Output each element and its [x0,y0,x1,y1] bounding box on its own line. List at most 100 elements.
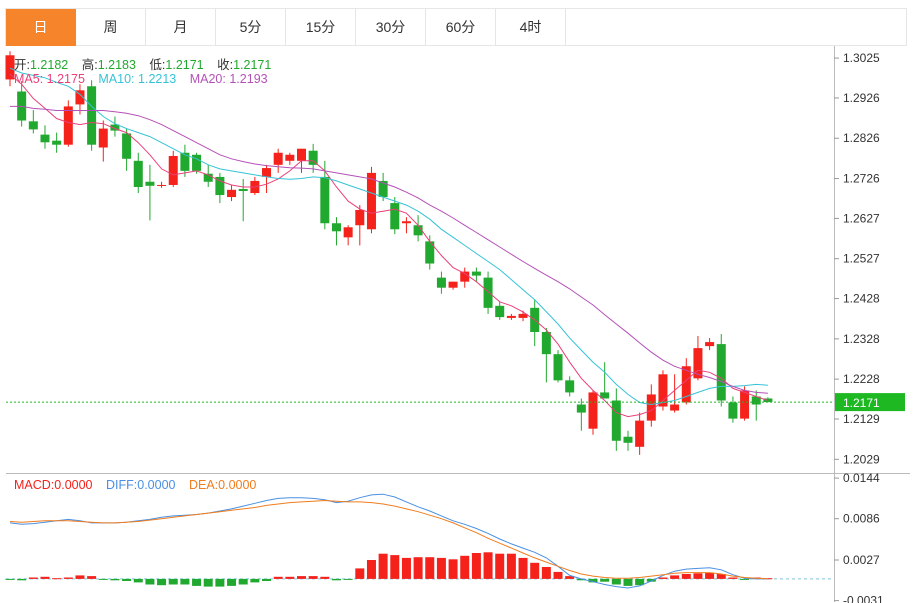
macd-bar [250,578,260,583]
macd-bar [98,578,108,580]
period-tabs: 日 周 月 5分 15分 30分 60分 4时 [5,8,907,46]
macd-bar [670,575,680,579]
macd-bar [600,578,610,582]
tab-5min[interactable]: 5分 [216,9,286,46]
macd-label: MACD: [14,478,55,492]
candle-body [28,121,38,130]
macd-bar [705,572,715,579]
tab-60min[interactable]: 60分 [426,9,496,46]
macd-bar [273,576,283,579]
macd-bar [436,557,446,579]
y-tick-label: 1.2029 [843,452,880,466]
candle-body [98,128,108,148]
candle-body [576,404,586,413]
ma-readout: MA5: 1.2175 MA10: 1.2213 MA20: 1.2193 [14,72,278,86]
candle-body [297,148,306,161]
diff-label: DIFF: [106,478,138,492]
candle-body [588,392,598,429]
candle-body [541,332,551,355]
macd-panel [5,493,834,589]
candle-body [495,305,505,318]
last-price-tag: 1.2171 [6,393,905,412]
dea-value: 0.0000 [218,478,257,492]
macd-readout: MACD:0.0000 DIFF:0.0000 DEA:0.0000 [14,478,266,492]
macd-bar [611,578,621,585]
ma10-label: MA10: [98,72,135,86]
tab-4hour[interactable]: 4时 [496,9,566,46]
macd-bar [110,578,120,581]
candle-body [483,277,493,308]
candle-body [168,155,178,185]
y-tick-label: 1.2428 [843,292,880,306]
macd-bar [425,557,435,579]
diff-line [9,493,768,589]
ma5-label: MA5: [14,72,44,86]
candle-body [285,154,295,161]
macd-bar [52,578,62,580]
low-value: 1.2171 [165,58,204,72]
macd-bar [192,578,202,586]
candle-body [238,189,248,192]
candle-body [448,281,458,288]
macd-bar [17,578,27,581]
macd-bar [168,578,178,585]
candle-body [670,404,680,411]
candle-body [401,221,411,224]
macd-bar [227,578,237,586]
macd-bar [366,560,376,579]
macd-bar [157,578,167,586]
candle-body [390,203,400,230]
macd-bar [623,578,633,586]
tab-month[interactable]: 月 [146,9,216,46]
macd-bar [215,578,225,587]
diff-value: 0.0000 [137,478,176,492]
macd-bar [238,578,248,585]
chart-frame [6,46,910,602]
candle-body [611,400,621,441]
y-tick-label: 1.2129 [843,412,880,426]
tab-day[interactable]: 日 [6,9,76,46]
macd-bar [75,575,85,579]
candlestick-chart[interactable]: 1.3025 1.2926 1.2826 1.2726 1.2627 1.2527 1.24… [0,46,915,603]
macd-bar [553,571,563,579]
tab-week[interactable]: 周 [76,9,146,46]
tab-30min[interactable]: 30分 [356,9,426,46]
candle-body [436,277,446,288]
macd-bar [203,578,213,587]
candle-body [308,150,318,165]
macd-bar [483,552,493,579]
macd-bar [471,553,481,579]
candle-body [366,172,376,230]
candle-body [320,176,330,224]
macd-bar [658,577,668,579]
y-tick-label: 1.3025 [843,51,880,65]
candle-body [157,184,167,186]
macd-tick-label: 0.0144 [843,471,880,485]
candle-body [87,86,97,145]
close-label: 收: [217,58,234,72]
macd-bar [28,577,38,579]
candle-body [40,134,50,143]
y-tick-label: 1.2328 [843,332,880,346]
macd-bar [390,555,400,579]
candle-body [331,223,341,232]
macd-bar [87,576,97,579]
candle-body [52,140,62,145]
macd-bar [133,578,143,583]
macd-bar [518,557,528,579]
macd-bar [506,553,516,579]
macd-bar [343,578,353,580]
macd-bar [530,562,540,579]
close-value: 1.2171 [233,58,272,72]
macd-bar [40,576,50,579]
dea-line [9,499,768,580]
y-tick-label: 1.2228 [843,372,880,386]
macd-bar [378,553,388,579]
macd-bar [728,577,738,579]
ma5-line [9,73,769,418]
macd-tick-label: 0.0027 [843,553,880,567]
tab-15min[interactable]: 15分 [286,9,356,46]
ma5-value: 1.2175 [46,72,85,86]
candle-body [262,168,272,177]
macd-bar [145,578,155,585]
